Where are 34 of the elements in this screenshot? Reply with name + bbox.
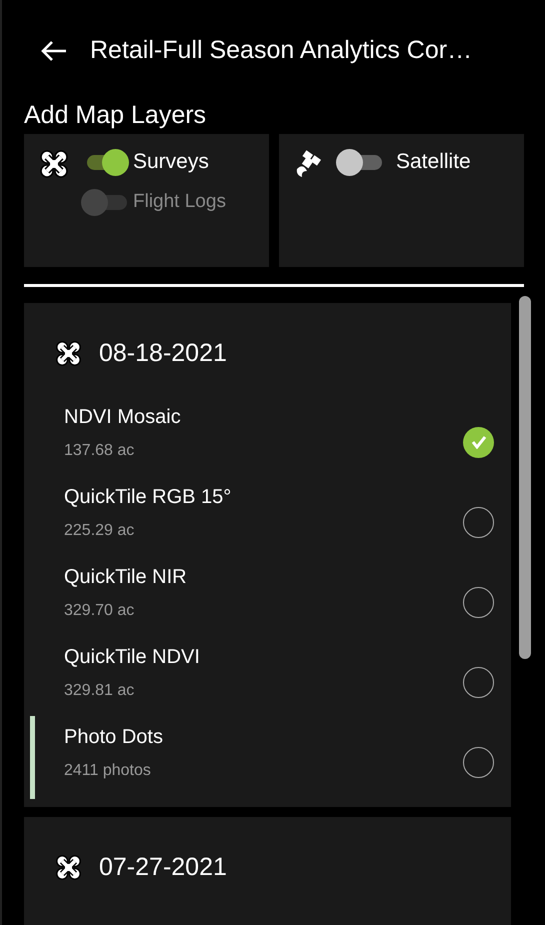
check-icon[interactable]: [463, 426, 494, 458]
scrollbar[interactable]: [519, 296, 531, 659]
layer-name: QuickTile NIR: [64, 564, 187, 590]
radio-button[interactable]: [463, 506, 494, 538]
survey-date: 07-27-2021: [99, 852, 227, 882]
layer-name: Photo Dots: [64, 724, 163, 750]
survey-date: 08-18-2021: [99, 338, 227, 369]
drone-icon: [55, 854, 82, 881]
layer-name: NDVI Mosaic: [64, 404, 181, 430]
toggle-switch[interactable]: [336, 148, 384, 176]
layer-detail: 137.68 ac: [64, 440, 134, 460]
layer-detail: 225.29 ac: [64, 520, 134, 540]
drone-icon: [39, 149, 69, 179]
layer-item[interactable]: QuickTile NIR 329.70 ac: [30, 556, 511, 638]
satellite-icon: [294, 149, 324, 179]
toggle-label: Satellite: [396, 149, 471, 176]
layer-detail: 329.70 ac: [64, 600, 134, 620]
radio-button[interactable]: [463, 746, 494, 778]
section-heading: Add Map Layers: [24, 100, 206, 131]
layer-item[interactable]: NDVI Mosaic 137.68 ac: [30, 396, 511, 478]
layer-name: QuickTile NDVI: [64, 644, 200, 670]
layer-item[interactable]: Photo Dots 2411 photos: [30, 716, 511, 798]
toggle-label: Flight Logs: [133, 190, 226, 214]
back-arrow-icon[interactable]: [40, 40, 68, 62]
layer-item[interactable]: QuickTile NDVI 329.81 ac: [30, 636, 511, 718]
drone-icon: [55, 340, 82, 368]
layer-name: QuickTile RGB 15°: [64, 484, 232, 510]
page-title: Retail-Full Season Analytics Cor…: [90, 35, 472, 66]
radio-button[interactable]: [463, 586, 494, 618]
radio-button[interactable]: [463, 666, 494, 698]
layer-item[interactable]: QuickTile RGB 15° 225.29 ac: [30, 476, 511, 558]
layer-detail: 329.81 ac: [64, 680, 134, 700]
layer-detail: 2411 photos: [64, 760, 151, 780]
toggle-label: Surveys: [133, 149, 209, 176]
